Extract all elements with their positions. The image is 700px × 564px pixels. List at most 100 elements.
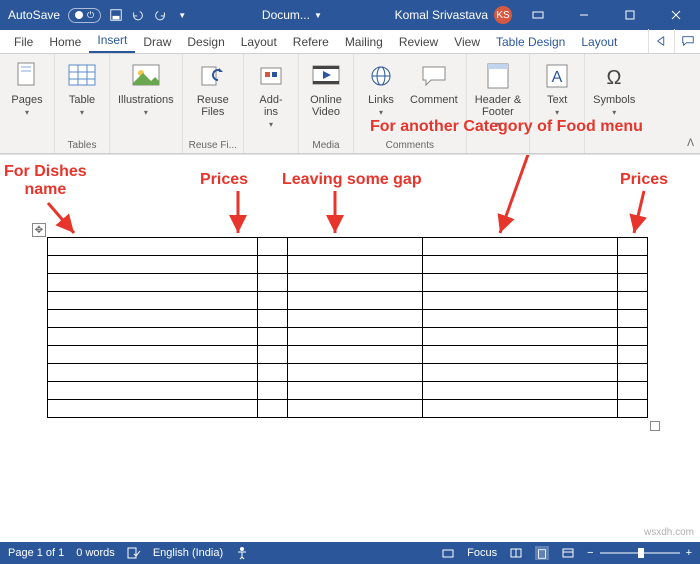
table-row[interactable] bbox=[48, 310, 648, 328]
table-cell[interactable] bbox=[258, 292, 288, 310]
focus-label[interactable]: Focus bbox=[467, 547, 497, 559]
title-dropdown-icon[interactable]: ▼ bbox=[314, 11, 322, 20]
minimize-button[interactable] bbox=[564, 0, 604, 30]
table-cell[interactable] bbox=[423, 400, 618, 418]
links-button[interactable]: Links▾ bbox=[360, 58, 402, 120]
table-row[interactable] bbox=[48, 274, 648, 292]
zoom-slider[interactable]: − + bbox=[587, 547, 692, 559]
table-cell[interactable] bbox=[618, 310, 648, 328]
table-row[interactable] bbox=[48, 400, 648, 418]
table-cell[interactable] bbox=[288, 238, 423, 256]
table-cell[interactable] bbox=[258, 400, 288, 418]
online-video-button[interactable]: Online Video bbox=[305, 58, 347, 120]
table-cell[interactable] bbox=[48, 364, 258, 382]
print-layout-icon[interactable] bbox=[535, 546, 549, 560]
comments-pane-icon[interactable] bbox=[674, 29, 700, 53]
table-cell[interactable] bbox=[618, 346, 648, 364]
table-row[interactable] bbox=[48, 382, 648, 400]
table-cell[interactable] bbox=[48, 256, 258, 274]
tab-table-design[interactable]: Table Design bbox=[488, 31, 573, 53]
tab-draw[interactable]: Draw bbox=[135, 31, 179, 53]
table-cell[interactable] bbox=[48, 400, 258, 418]
tab-home[interactable]: Home bbox=[41, 31, 89, 53]
close-button[interactable] bbox=[656, 0, 696, 30]
table-row[interactable] bbox=[48, 256, 648, 274]
table-row[interactable] bbox=[48, 346, 648, 364]
tab-mailings[interactable]: Mailing bbox=[337, 31, 391, 53]
table-button[interactable]: Table▾ bbox=[61, 58, 103, 120]
language[interactable]: English (India) bbox=[153, 547, 223, 559]
undo-icon[interactable] bbox=[131, 8, 145, 22]
user-avatar[interactable]: KS bbox=[494, 6, 512, 24]
table-cell[interactable] bbox=[618, 238, 648, 256]
table-cell[interactable] bbox=[288, 310, 423, 328]
table-cell[interactable] bbox=[288, 364, 423, 382]
table-cell[interactable] bbox=[258, 382, 288, 400]
table-cell[interactable] bbox=[48, 382, 258, 400]
table-cell[interactable] bbox=[288, 274, 423, 292]
table-cell[interactable] bbox=[618, 328, 648, 346]
tab-view[interactable]: View bbox=[446, 31, 488, 53]
read-mode-icon[interactable] bbox=[509, 546, 523, 560]
table-row[interactable] bbox=[48, 364, 648, 382]
table-cell[interactable] bbox=[288, 346, 423, 364]
illustrations-button[interactable]: Illustrations▾ bbox=[116, 58, 176, 120]
table-row[interactable] bbox=[48, 238, 648, 256]
table-cell[interactable] bbox=[258, 346, 288, 364]
table-cell[interactable] bbox=[258, 310, 288, 328]
save-icon[interactable] bbox=[109, 8, 123, 22]
table-cell[interactable] bbox=[423, 328, 618, 346]
table-cell[interactable] bbox=[48, 310, 258, 328]
table-cell[interactable] bbox=[423, 292, 618, 310]
zoom-out-icon[interactable]: − bbox=[587, 547, 593, 559]
table-cell[interactable] bbox=[423, 256, 618, 274]
maximize-button[interactable] bbox=[610, 0, 650, 30]
table-cell[interactable] bbox=[258, 274, 288, 292]
qat-dropdown-icon[interactable]: ▼ bbox=[175, 8, 189, 22]
table-cell[interactable] bbox=[423, 364, 618, 382]
tab-references[interactable]: Refere bbox=[285, 31, 337, 53]
table-cell[interactable] bbox=[48, 274, 258, 292]
table-cell[interactable] bbox=[288, 328, 423, 346]
page-number[interactable]: Page 1 of 1 bbox=[8, 547, 64, 559]
table-cell[interactable] bbox=[423, 346, 618, 364]
pages-button[interactable]: Pages▾ bbox=[6, 58, 48, 120]
table-cell[interactable] bbox=[423, 310, 618, 328]
share-icon[interactable] bbox=[648, 29, 674, 53]
table-cell[interactable] bbox=[423, 238, 618, 256]
table-cell[interactable] bbox=[48, 238, 258, 256]
table-cell[interactable] bbox=[288, 382, 423, 400]
zoom-in-icon[interactable]: + bbox=[686, 547, 692, 559]
table-cell[interactable] bbox=[618, 400, 648, 418]
tab-design[interactable]: Design bbox=[179, 31, 232, 53]
table-cell[interactable] bbox=[258, 364, 288, 382]
table-cell[interactable] bbox=[288, 292, 423, 310]
autosave-toggle[interactable]: ⏻ bbox=[68, 8, 101, 23]
collapse-ribbon-icon[interactable]: ᐱ bbox=[687, 138, 694, 149]
table-cell[interactable] bbox=[48, 346, 258, 364]
tab-table-layout[interactable]: Layout bbox=[573, 31, 625, 53]
table-cell[interactable] bbox=[258, 256, 288, 274]
table-cell[interactable] bbox=[48, 328, 258, 346]
table-cell[interactable] bbox=[618, 256, 648, 274]
focus-icon[interactable] bbox=[441, 546, 455, 560]
tab-review[interactable]: Review bbox=[391, 31, 446, 53]
addins-button[interactable]: Add- ins▾ bbox=[250, 58, 292, 132]
accessibility-icon[interactable] bbox=[235, 546, 249, 560]
table-cell[interactable] bbox=[288, 400, 423, 418]
symbols-button[interactable]: Ω Symbols▾ bbox=[591, 58, 637, 120]
table-cell[interactable] bbox=[618, 382, 648, 400]
comment-button[interactable]: Comment bbox=[408, 58, 460, 120]
redo-icon[interactable] bbox=[153, 8, 167, 22]
table-cell[interactable] bbox=[423, 382, 618, 400]
word-count[interactable]: 0 words bbox=[76, 547, 115, 559]
table-cell[interactable] bbox=[618, 292, 648, 310]
tab-layout[interactable]: Layout bbox=[233, 31, 285, 53]
table-cell[interactable] bbox=[288, 256, 423, 274]
table-cell[interactable] bbox=[258, 328, 288, 346]
tab-insert[interactable]: Insert bbox=[89, 29, 135, 53]
table-cell[interactable] bbox=[48, 292, 258, 310]
tab-file[interactable]: File bbox=[6, 31, 41, 53]
ribbon-display-icon[interactable] bbox=[518, 0, 558, 30]
table-row[interactable] bbox=[48, 328, 648, 346]
